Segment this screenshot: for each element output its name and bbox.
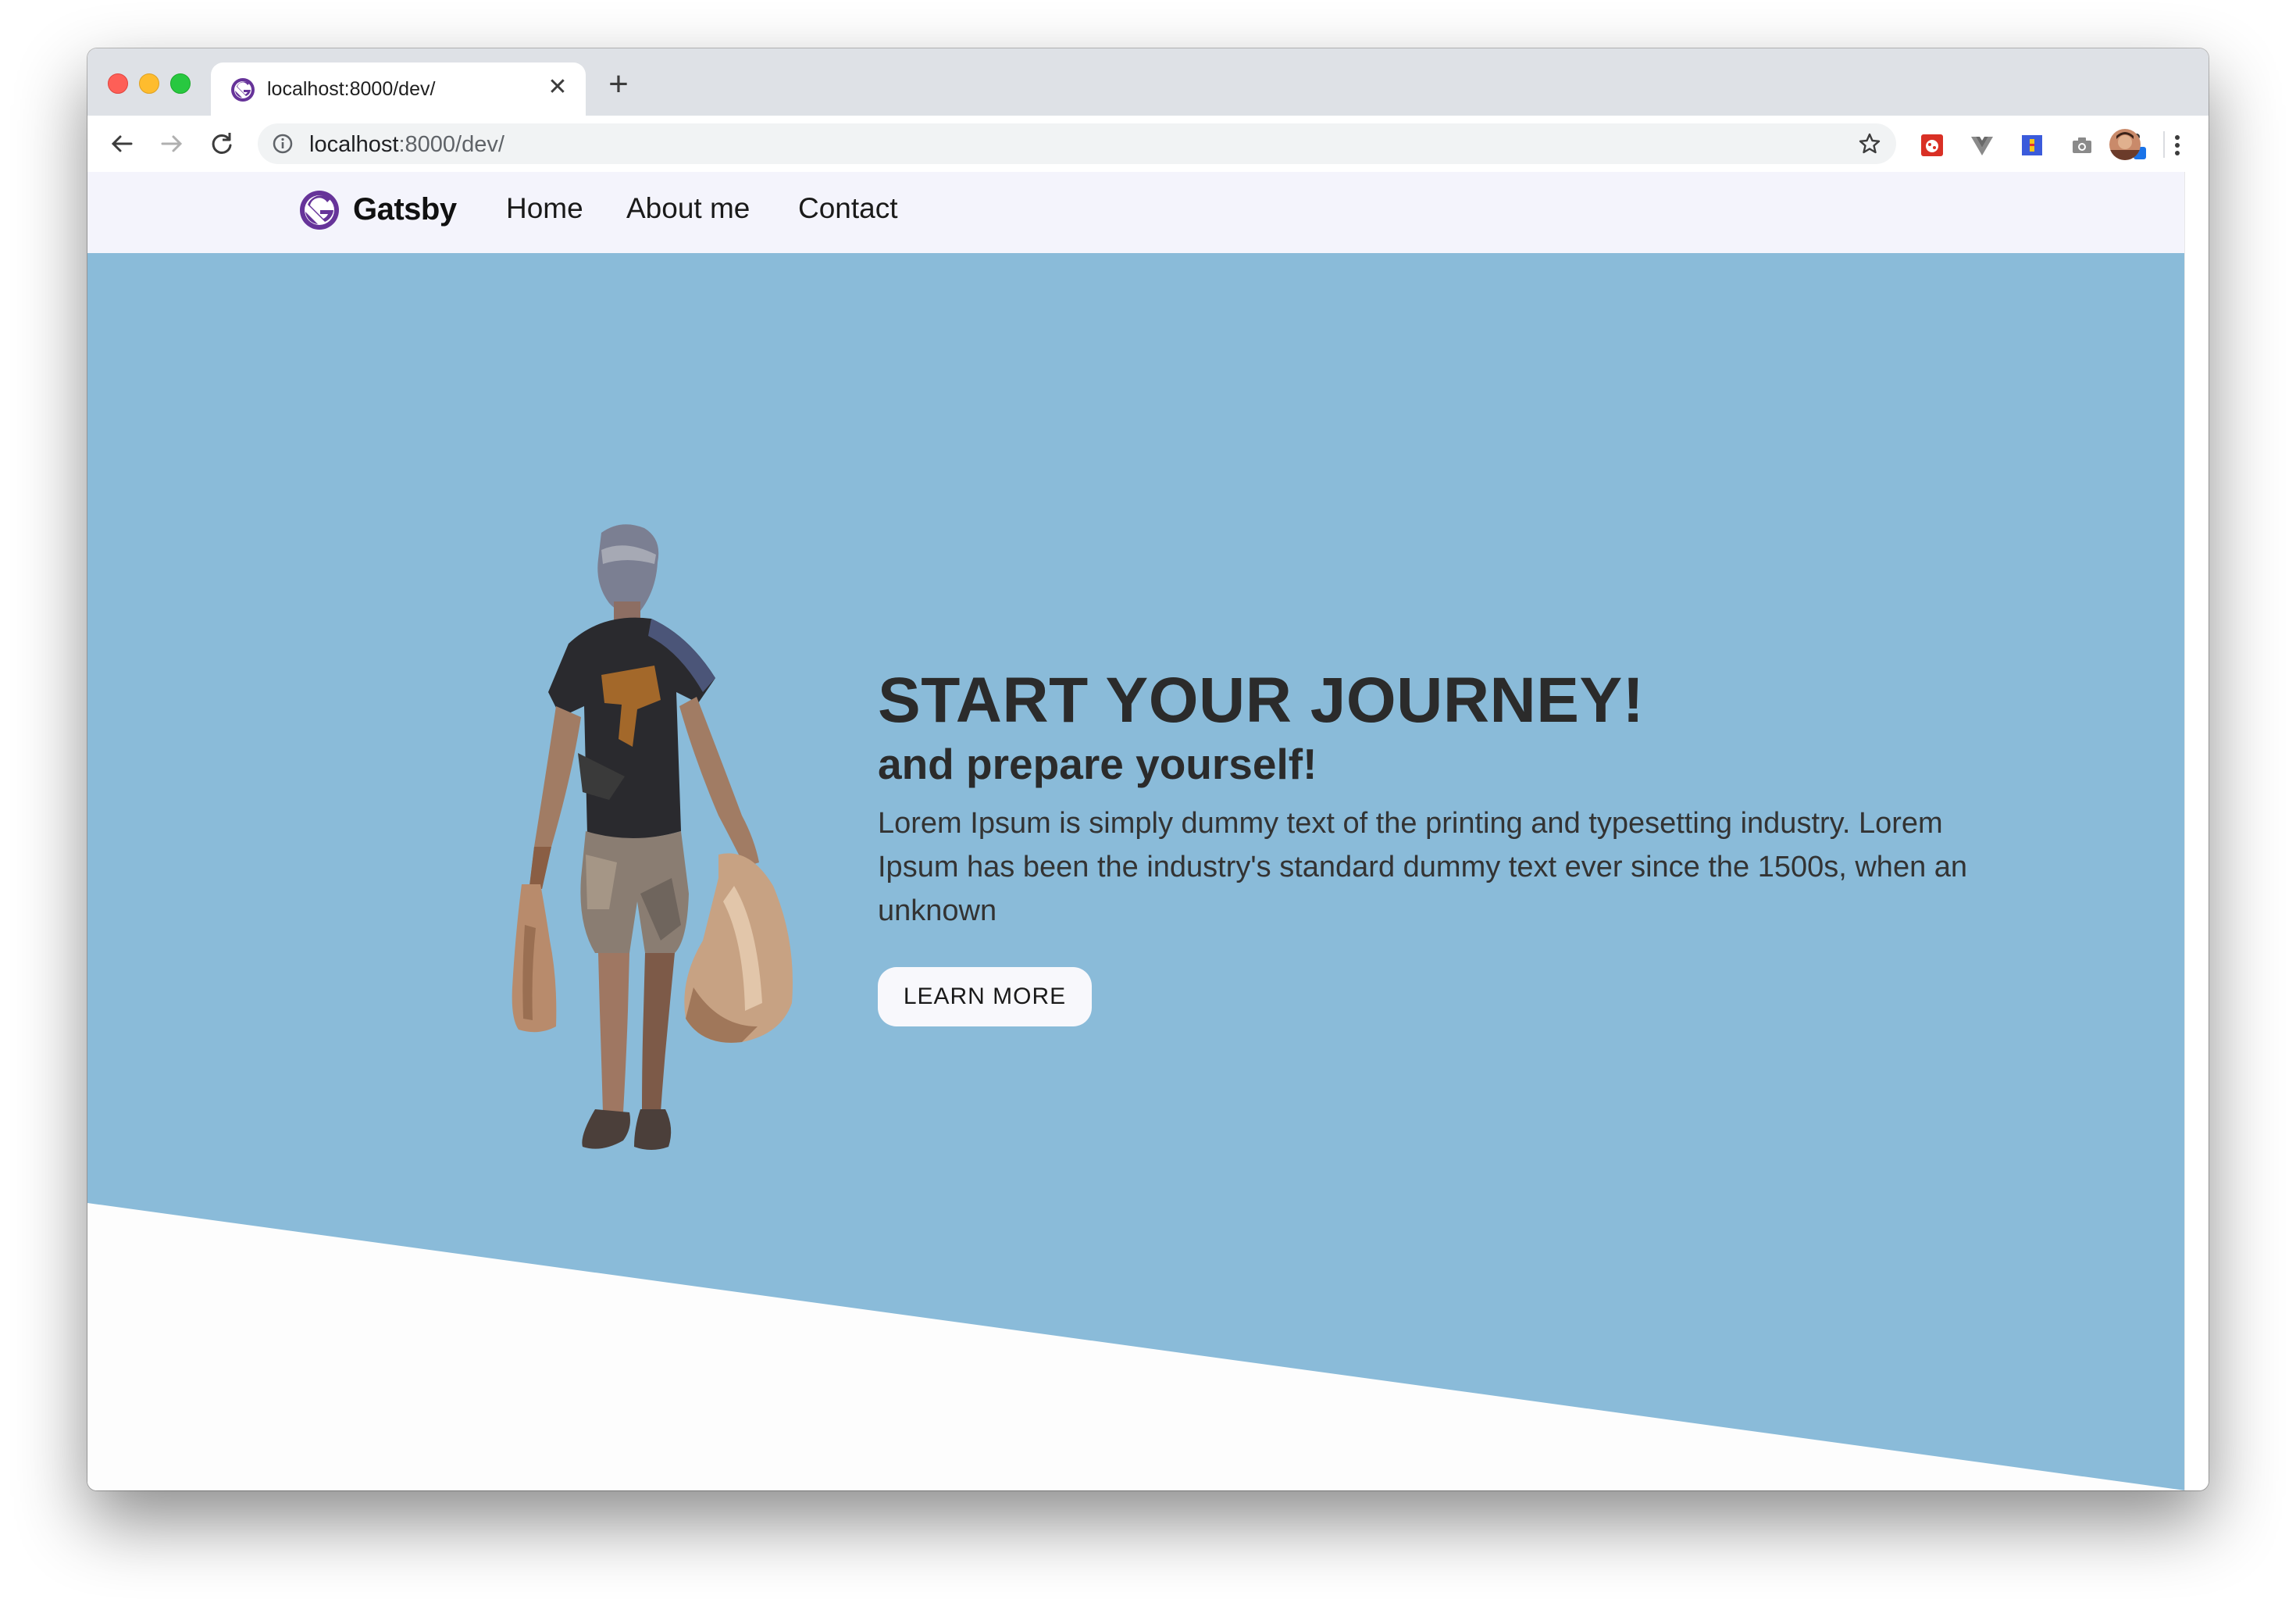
tab-title: localhost:8000/dev/ <box>267 78 436 100</box>
logo-text: Gatsby <box>353 192 457 227</box>
nav-contact[interactable]: Contact <box>798 192 898 225</box>
address-bar[interactable]: localhost:8000/dev/ <box>258 123 1896 164</box>
vertical-scrollbar[interactable] <box>2184 172 2209 1490</box>
lighthouse-icon[interactable] <box>2020 133 2045 158</box>
bookmark-star-icon[interactable] <box>1857 131 1882 156</box>
page-viewport: Gatsby Home About me Contact START YOUR … <box>87 172 2185 1490</box>
learn-more-button[interactable]: LEARN MORE <box>878 967 1092 1026</box>
maximize-window-button[interactable] <box>170 73 191 94</box>
nav-home[interactable]: Home <box>506 192 583 225</box>
close-window-button[interactable] <box>108 73 128 94</box>
more-menu-icon[interactable] <box>2162 130 2193 161</box>
minimize-window-button[interactable] <box>139 73 159 94</box>
tab-bar: localhost:8000/dev/ ✕ + <box>87 48 2209 116</box>
close-tab-icon[interactable]: ✕ <box>544 73 572 102</box>
url-host: localhost <box>309 132 399 157</box>
profile-avatar-icon[interactable] <box>2109 128 2141 161</box>
forward-arrow-icon[interactable] <box>153 125 191 162</box>
hero-description: Lorem Ipsum is simply dummy text of the … <box>878 807 1968 927</box>
hero-section: START YOUR JOURNEY! and prepare yourself… <box>87 253 2185 1490</box>
camera-icon[interactable] <box>2070 133 2095 158</box>
vue-devtools-icon[interactable] <box>1970 133 1995 158</box>
browser-toolbar: localhost:8000/dev/ <box>87 116 2209 173</box>
url-text: localhost:8000/dev/ <box>309 132 504 158</box>
hero-person-illustration <box>512 524 793 1150</box>
hero-title: START YOUR JOURNEY! <box>878 665 1645 736</box>
info-icon[interactable] <box>272 133 294 155</box>
site-header: Gatsby Home About me Contact <box>87 172 2185 253</box>
browser-tab[interactable]: localhost:8000/dev/ ✕ <box>211 62 586 116</box>
new-tab-button[interactable]: + <box>601 67 636 103</box>
gatsby-logo-icon <box>300 191 339 230</box>
url-path: :8000/dev/ <box>398 132 504 157</box>
browser-window: localhost:8000/dev/ ✕ + localhost:8000/d… <box>87 48 2209 1490</box>
gatsby-favicon-icon <box>231 78 255 102</box>
hero-subtitle: and prepare yourself! <box>878 740 1317 788</box>
nav-about-me[interactable]: About me <box>626 192 750 225</box>
ladybug-extension-icon[interactable] <box>1920 133 1945 158</box>
back-arrow-icon[interactable] <box>103 125 141 162</box>
reload-icon[interactable] <box>203 125 241 162</box>
